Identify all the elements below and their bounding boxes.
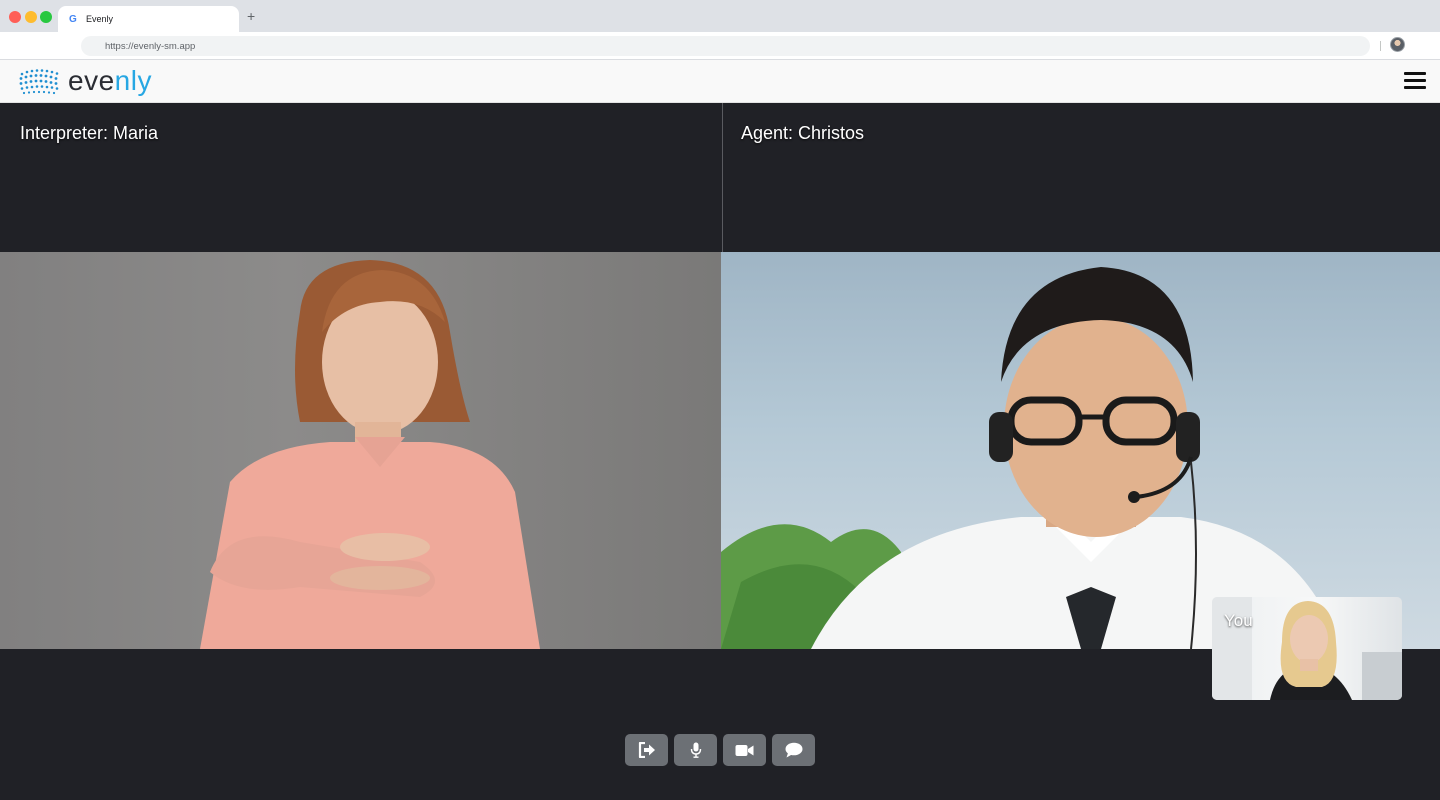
interpreter-label: Interpreter: Maria — [20, 123, 159, 143]
leave-call-button[interactable] — [625, 734, 668, 766]
tab-title: Evenly — [86, 14, 114, 24]
brand-part-2: nly — [114, 65, 152, 96]
panel-divider — [722, 103, 723, 252]
browser-tab-bar: G Evenly + — [0, 0, 1440, 32]
agent-figure-illustration — [721, 267, 1341, 649]
toolbar-divider — [1380, 41, 1381, 51]
hamburger-menu-icon[interactable] — [1404, 72, 1426, 92]
call-stage: Interpreter: Maria Agent: Christos You — [0, 103, 1440, 800]
browser-address-bar: https://evenly-sm.app — [0, 32, 1440, 60]
browser-tab[interactable]: G Evenly — [58, 6, 239, 32]
google-favicon-icon: G — [69, 13, 77, 25]
self-view-video: You — [1212, 597, 1402, 700]
new-tab-button[interactable]: + — [247, 8, 255, 24]
close-window-button[interactable] — [9, 11, 21, 23]
agent-label: Agent: Christos — [741, 123, 865, 143]
url-text: https://evenly-sm.app — [105, 40, 196, 52]
chat-bubble-icon — [785, 742, 802, 758]
brand-part-1: eve — [68, 65, 115, 96]
sign-out-icon — [638, 742, 655, 758]
chat-button[interactable] — [772, 734, 815, 766]
camera-button[interactable] — [723, 734, 766, 766]
url-field[interactable]: https://evenly-sm.app — [81, 36, 1370, 56]
microphone-icon — [690, 742, 701, 758]
interpreter-video — [0, 252, 721, 649]
interpreter-figure-illustration — [200, 260, 540, 649]
brand-wordmark: evenly — [68, 64, 152, 98]
microphone-button[interactable] — [674, 734, 717, 766]
app-header: evenly — [0, 60, 1440, 103]
video-camera-icon — [735, 744, 754, 756]
self-view-label: You — [1224, 611, 1253, 630]
agent-video — [721, 252, 1440, 649]
call-controls — [625, 734, 815, 766]
profile-avatar[interactable] — [1390, 37, 1405, 52]
maximize-window-button[interactable] — [40, 11, 52, 23]
minimize-window-button[interactable] — [25, 11, 37, 23]
evenly-logo-icon — [19, 69, 59, 95]
